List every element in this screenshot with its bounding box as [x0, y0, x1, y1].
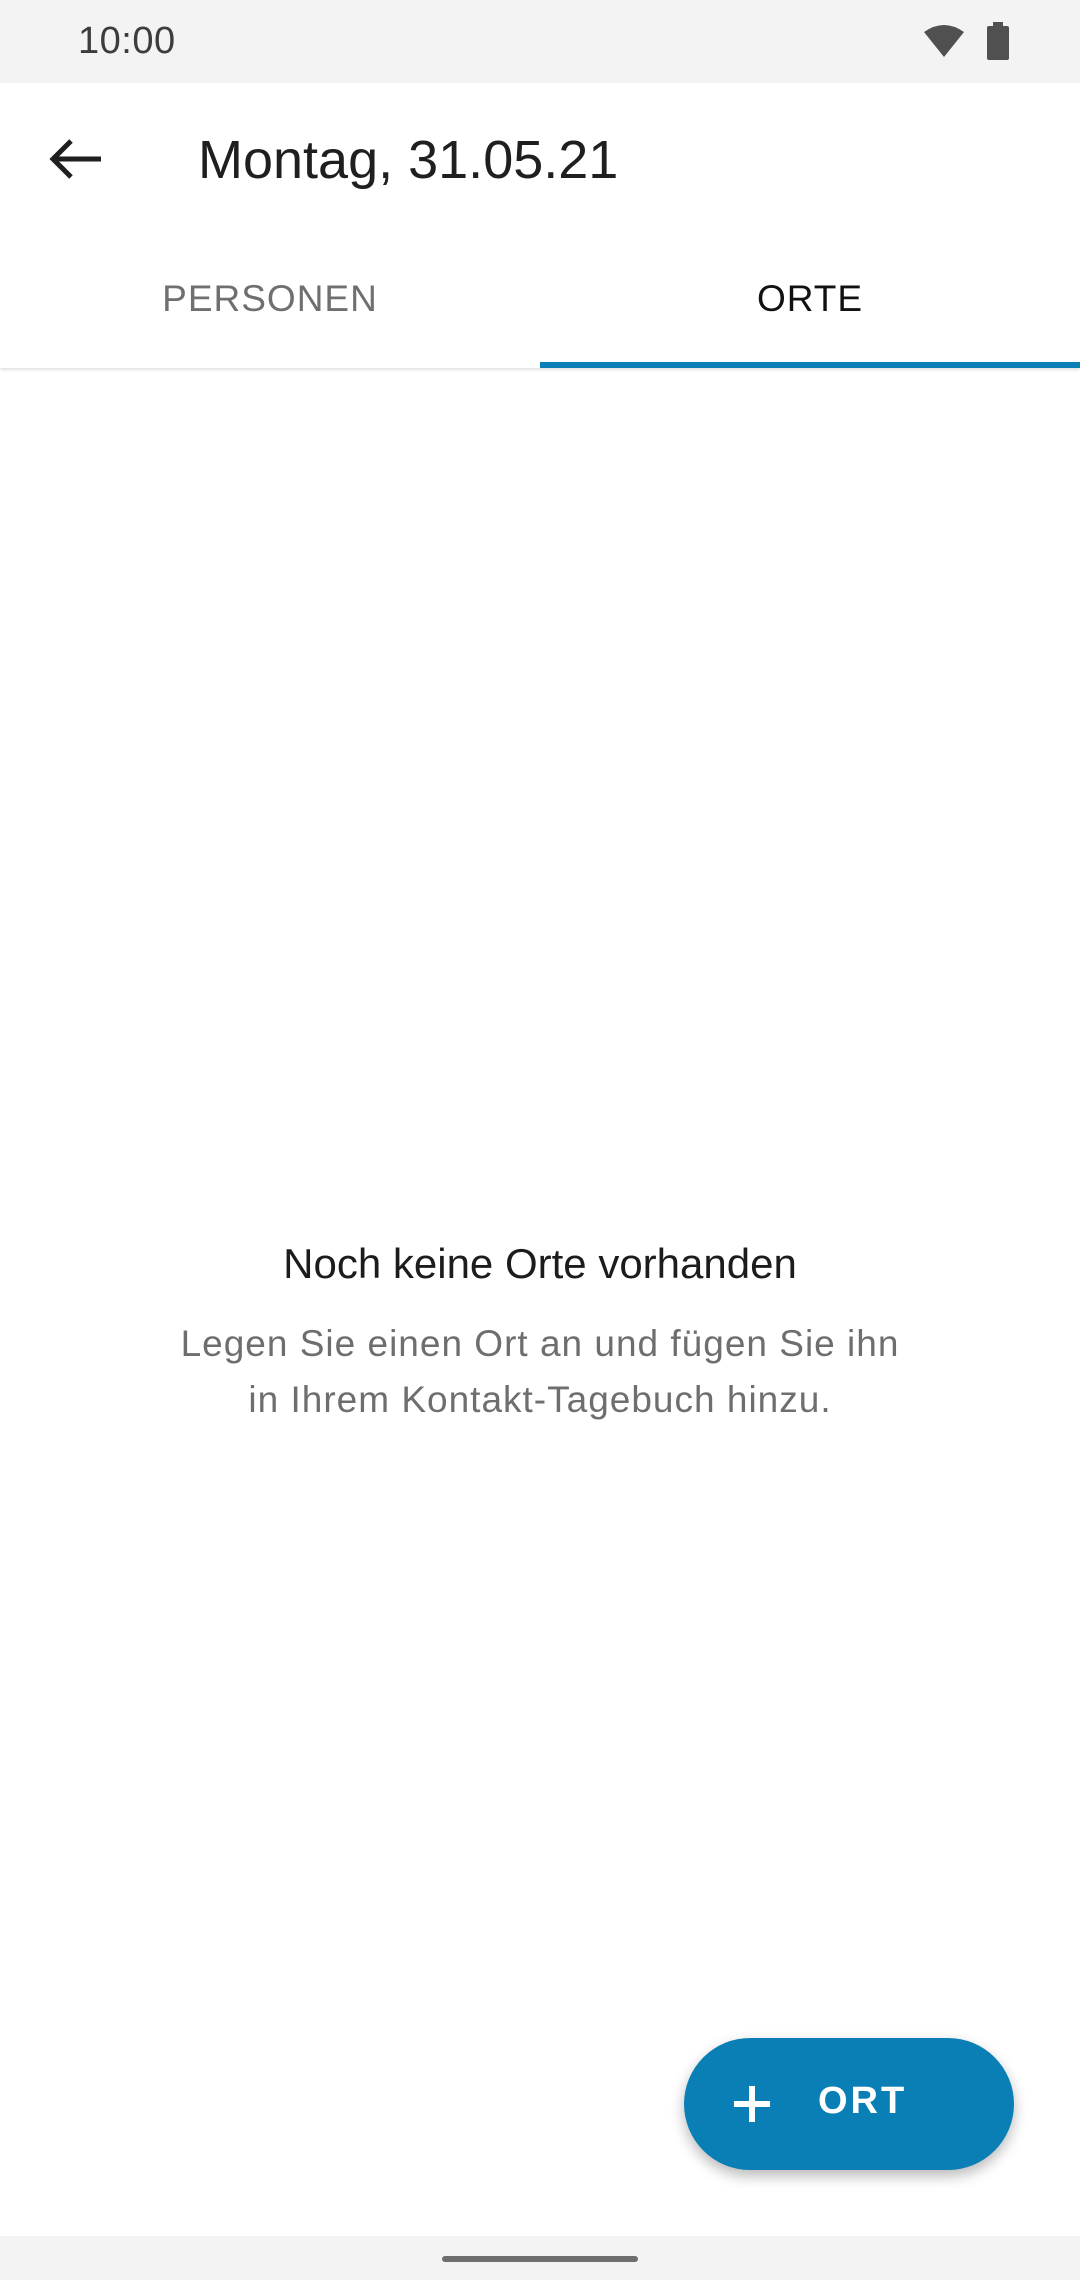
plus-icon — [732, 2084, 772, 2124]
battery-icon — [986, 22, 1010, 65]
gesture-handle[interactable] — [442, 2256, 638, 2262]
back-button[interactable] — [40, 125, 112, 197]
status-time: 10:00 — [78, 20, 176, 62]
tab-label: ORTE — [756, 278, 864, 319]
arrow-back-icon — [49, 138, 103, 184]
status-icons — [924, 22, 1010, 65]
tab-label: PERSONEN — [162, 278, 378, 319]
status-bar: 10:00 — [0, 0, 1080, 83]
app-bar: Montag, 31.05.21 — [0, 83, 1080, 238]
wifi-icon — [924, 24, 964, 63]
screen: 10:00 Montag, 31.05.21 PERSONEN ORTE Noc… — [0, 0, 1080, 2280]
tab-bar: PERSONEN ORTE — [0, 238, 1080, 368]
empty-state-line-2: in Ihrem Kontakt-Tagebuch hinzu. — [248, 1379, 832, 1420]
tab-indicator — [540, 362, 1080, 368]
navigation-bar — [0, 2236, 1080, 2280]
empty-state-line-1: Legen Sie einen Ort an und fügen Sie ihn — [180, 1323, 900, 1364]
empty-state-body: Legen Sie einen Ort an und fügen Sie ihn… — [0, 1316, 1080, 1428]
empty-state-title: Noch keine Orte vorhanden — [283, 1240, 797, 1287]
fab-label: ORT — [818, 2080, 908, 2122]
tab-personen[interactable]: PERSONEN — [0, 238, 540, 368]
empty-state: Noch keine Orte vorhanden Legen Sie eine… — [0, 1240, 1080, 1428]
add-place-button[interactable]: ORT — [684, 2038, 1014, 2170]
tab-orte[interactable]: ORTE — [540, 238, 1080, 368]
page-title: Montag, 31.05.21 — [198, 130, 619, 190]
